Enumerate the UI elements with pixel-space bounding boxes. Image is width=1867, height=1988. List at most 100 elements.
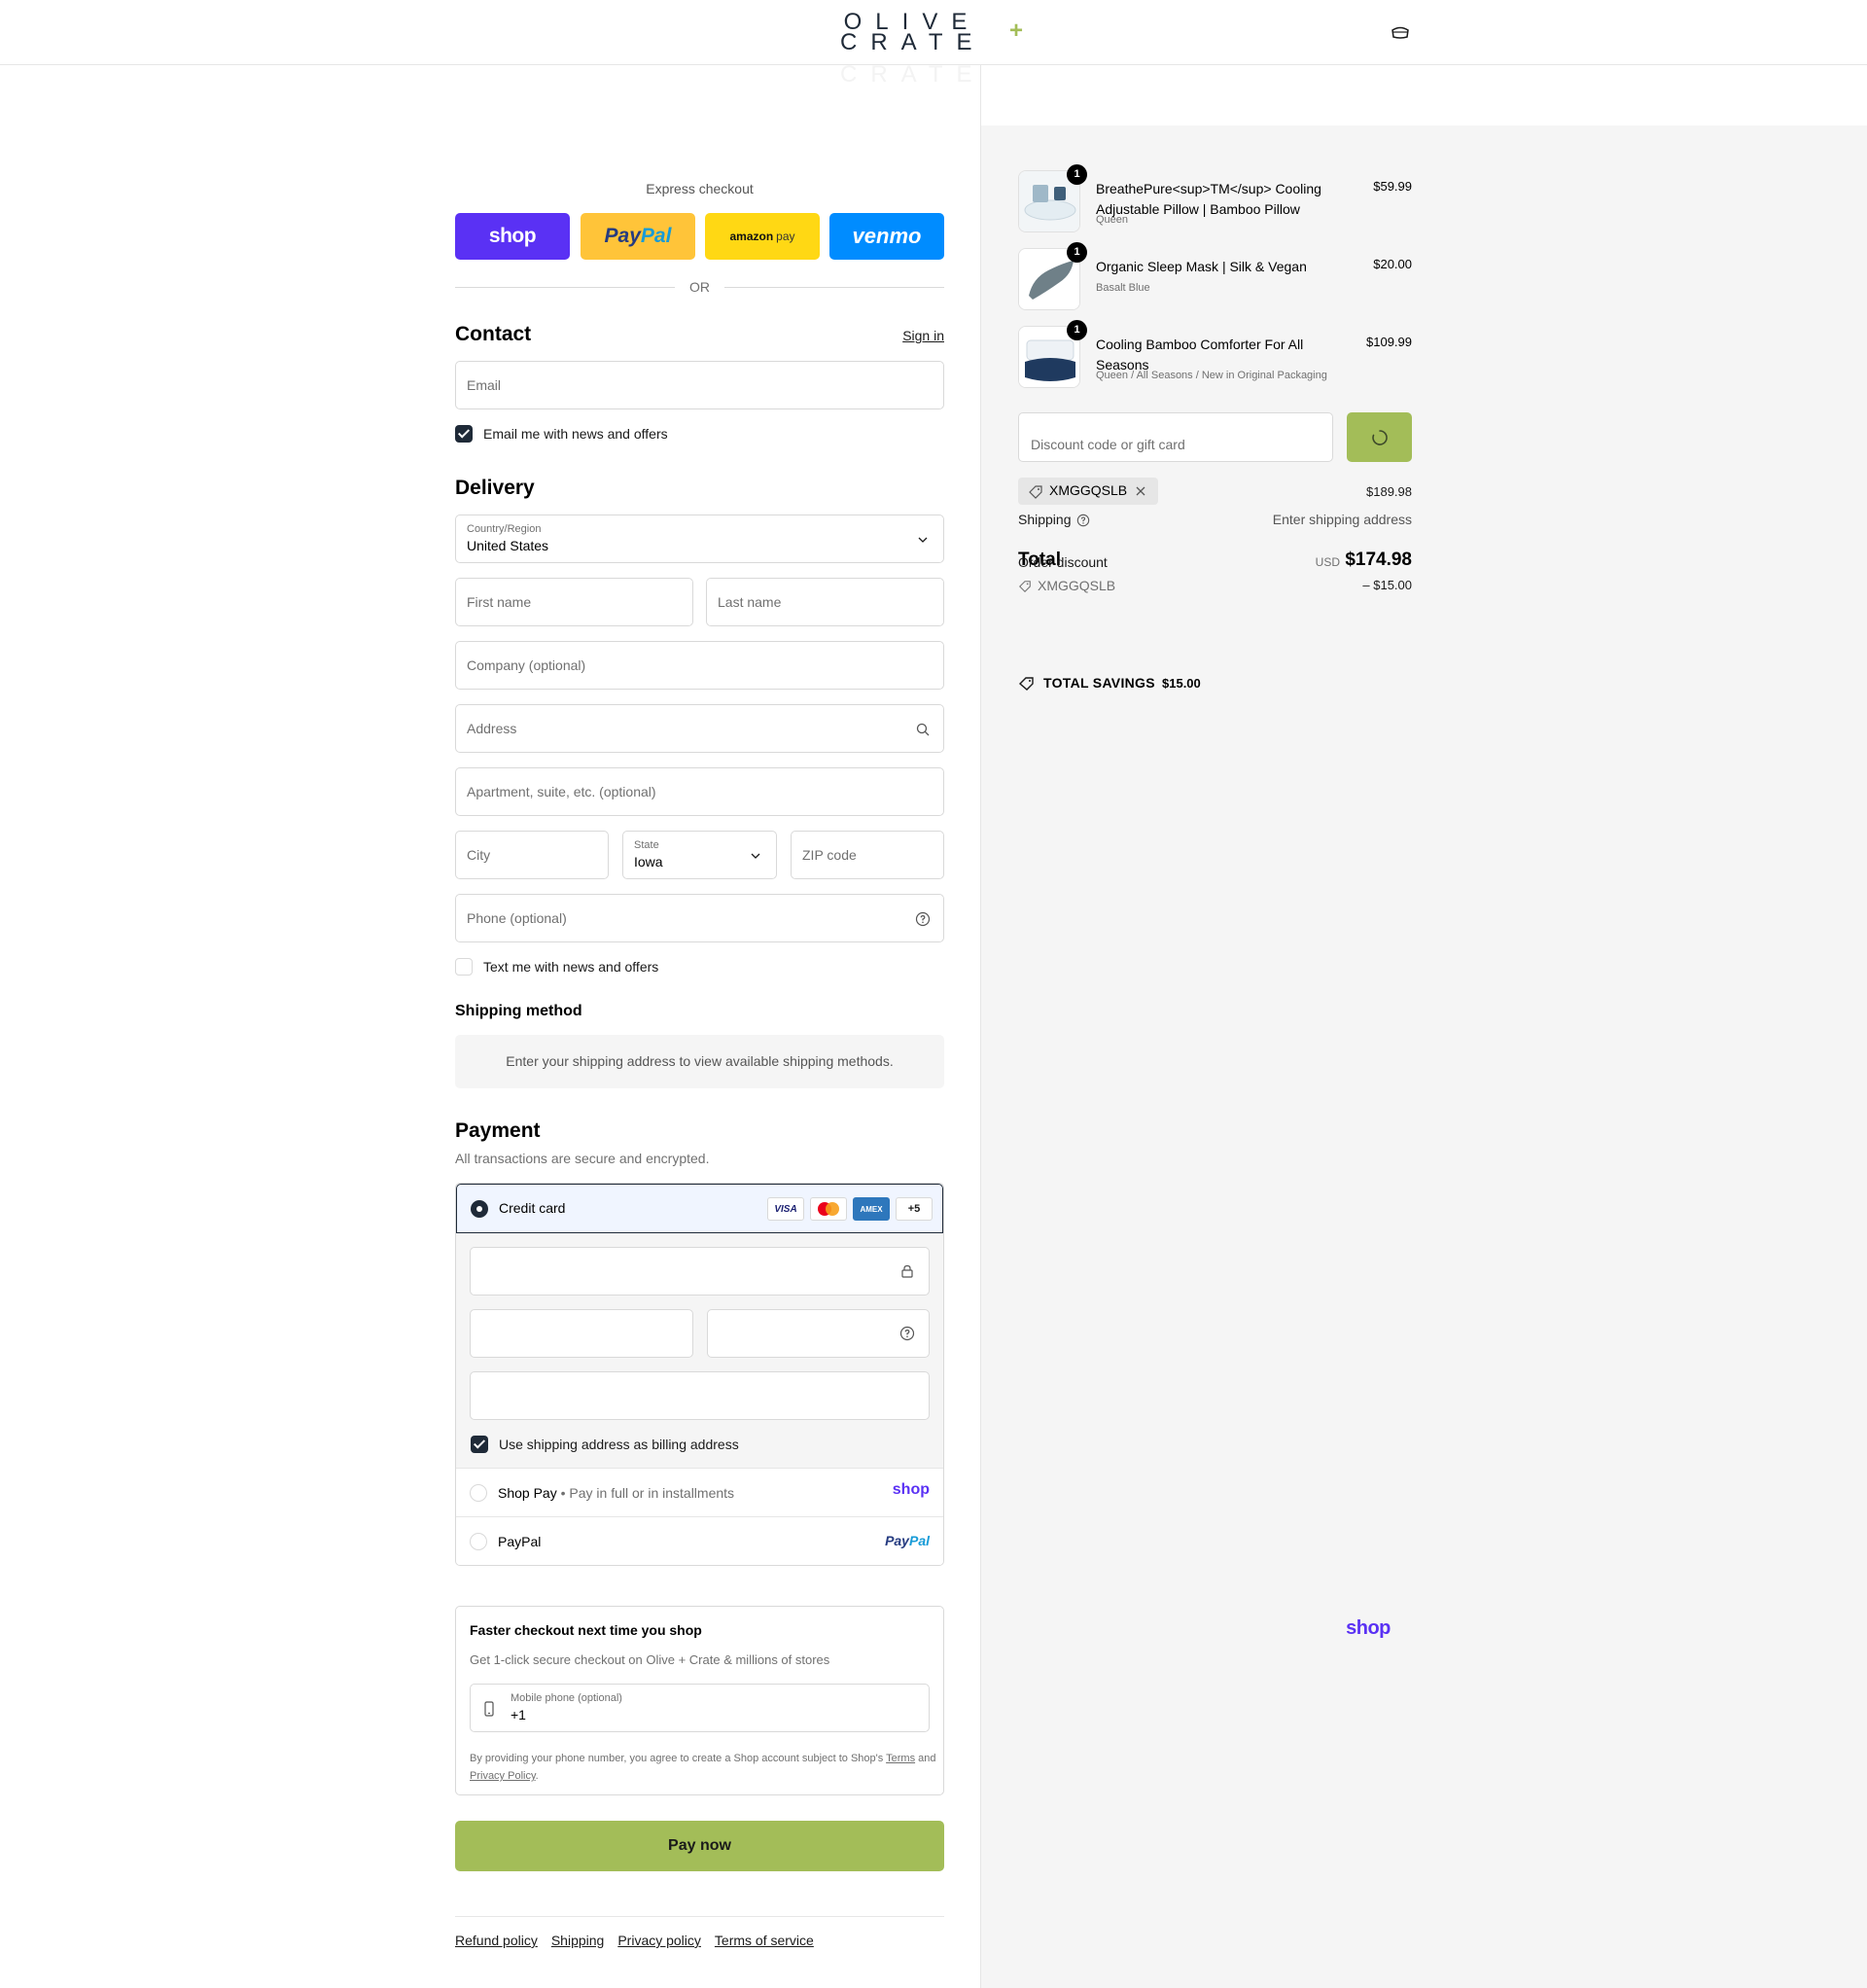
shipping-policy-link[interactable]: Shipping [551,1933,605,1948]
apartment-field[interactable]: Apartment, suite, etc. (optional) [455,767,944,816]
paypal-option[interactable]: PayPal PayPal [456,1516,943,1565]
card-number-field[interactable] [470,1247,930,1296]
terms-of-service-link[interactable]: Terms of service [715,1933,814,1948]
sign-in-link[interactable]: Sign in [902,328,944,343]
paypal-logo: PayPal [885,1533,930,1548]
apply-discount-button[interactable] [1347,412,1412,462]
total-savings-label: TOTAL SAVINGS [1043,675,1155,691]
email-placeholder: Email [467,377,502,393]
credit-card-radio[interactable] [471,1200,488,1218]
footer-divider [455,1916,944,1917]
text-news-checkbox[interactable] [455,958,473,976]
shop-signup-title: Faster checkout next time you shop [470,1622,702,1638]
close-icon[interactable] [1135,485,1146,497]
store-logo[interactable]: OLIVE CRATE [840,11,984,54]
shipping-method-placeholder: Enter your shipping address to view avai… [455,1035,944,1088]
first-name-field[interactable]: First name [455,578,693,626]
country-label: Country/Region [467,523,542,535]
credit-card-form: Use shipping address as billing address [456,1233,943,1468]
billing-address-checkbox-row[interactable]: Use shipping address as billing address [471,1435,739,1454]
last-name-placeholder: Last name [718,594,782,610]
discount-code-field[interactable]: Discount code or gift card [1018,412,1333,462]
text-news-checkbox-row[interactable]: Text me with news and offers [455,957,658,976]
name-on-card-field[interactable] [470,1371,930,1420]
zip-placeholder: ZIP code [802,847,857,863]
refund-policy-link[interactable]: Refund policy [455,1933,538,1948]
terms-link[interactable]: Terms [886,1753,915,1764]
state-label: State [634,839,659,851]
expiration-date-field[interactable] [470,1309,693,1358]
help-icon[interactable] [915,911,931,927]
email-news-checkbox[interactable] [455,425,473,443]
help-icon[interactable] [899,1326,915,1341]
quantity-badge: 1 [1067,164,1087,185]
paypal-radio[interactable] [470,1533,487,1550]
shop-pay-express-button[interactable]: shop [455,213,570,260]
shipping-method-heading: Shipping method [455,1003,582,1019]
mobile-phone-field[interactable]: Mobile phone (optional) +1 [470,1684,930,1732]
venmo-express-button[interactable]: venmo [829,213,944,260]
shop-logo: shop [892,1481,930,1498]
last-name-field[interactable]: Last name [706,578,944,626]
shop-pay-option[interactable]: Shop Pay • Pay in full or in installment… [456,1468,943,1516]
applied-discount-code: XMGGQSLB [1049,482,1128,498]
email-news-label: Email me with news and offers [483,426,668,442]
credit-card-label: Credit card [499,1200,566,1216]
tag-icon [1019,581,1031,592]
phone-field[interactable]: Phone (optional) [455,894,944,942]
credit-card-option[interactable]: Credit card VISA AMEX +5 [456,1184,943,1233]
shop-pay-sublabel: Pay in full or in installments [569,1485,735,1501]
zip-field[interactable]: ZIP code [791,831,944,879]
city-field[interactable]: City [455,831,609,879]
shop-signup-description: Get 1-click secure checkout on Olive + C… [470,1652,830,1667]
paypal-express-button[interactable]: Pay Pal [581,213,695,260]
shop-pay-radio[interactable] [470,1484,487,1502]
total-row: Total Order discount USD $174.98 [1018,550,1412,575]
delivery-heading: Delivery [455,477,535,499]
shop-terms-text: By providing your phone number, you agre… [470,1750,936,1785]
amazon-pay-text: pay [776,230,795,243]
subtotal-value: $189.98 [1366,484,1412,499]
billing-address-checkbox[interactable] [471,1436,488,1453]
address-field[interactable]: Address [455,704,944,753]
cart-icon[interactable] [1391,24,1410,40]
email-field[interactable]: Email [455,361,944,409]
mastercard-icon [810,1197,847,1221]
amex-icon: AMEX [853,1197,890,1221]
country-value: United States [467,538,549,553]
total-savings-value: $15.00 [1162,676,1201,691]
shop-logo: shop [1346,1617,1391,1639]
privacy-policy-link[interactable]: Privacy Policy [470,1770,536,1782]
phone-placeholder: Phone (optional) [467,910,567,926]
mobile-phone-value: +1 [511,1707,526,1722]
product-variant: Queen / All Seasons / New in Original Pa… [1096,370,1327,381]
product-price: $20.00 [1373,257,1412,271]
state-select[interactable]: State Iowa [622,831,777,879]
state-value: Iowa [634,854,663,870]
city-placeholder: City [467,847,491,863]
paypal-label: PayPal [498,1534,542,1549]
paypal-logo-part-2: Pal [908,1533,930,1548]
quantity-badge: 1 [1067,242,1087,263]
country-select[interactable]: Country/Region United States [455,515,944,563]
text-news-label: Text me with news and offers [483,959,659,975]
ghost-logo-text: CRATE [840,61,986,88]
terms-and: and [918,1753,936,1764]
shipping-label: Shipping [1018,512,1072,527]
footer-links: Refund policy Shipping Privacy policy Te… [455,1933,814,1948]
apartment-placeholder: Apartment, suite, etc. (optional) [467,784,656,799]
bullet-separator: • [560,1485,566,1501]
amex-text: AMEX [860,1204,883,1214]
terms-prefix: By providing your phone number, you agre… [470,1753,884,1764]
amazon-pay-express-button[interactable]: amazon pay [705,213,820,260]
company-field[interactable]: Company (optional) [455,641,944,690]
order-summary-panel [980,125,1867,1988]
pay-now-button[interactable]: Pay now [455,1821,944,1871]
security-code-field[interactable] [707,1309,930,1358]
help-icon[interactable] [1076,514,1090,527]
email-news-checkbox-row[interactable]: Email me with news and offers [455,424,668,444]
privacy-policy-link[interactable]: Privacy policy [617,1933,701,1948]
venmo-logo: venmo [852,224,922,248]
tag-icon [1029,485,1042,499]
more-cards-badge: +5 [896,1197,933,1221]
